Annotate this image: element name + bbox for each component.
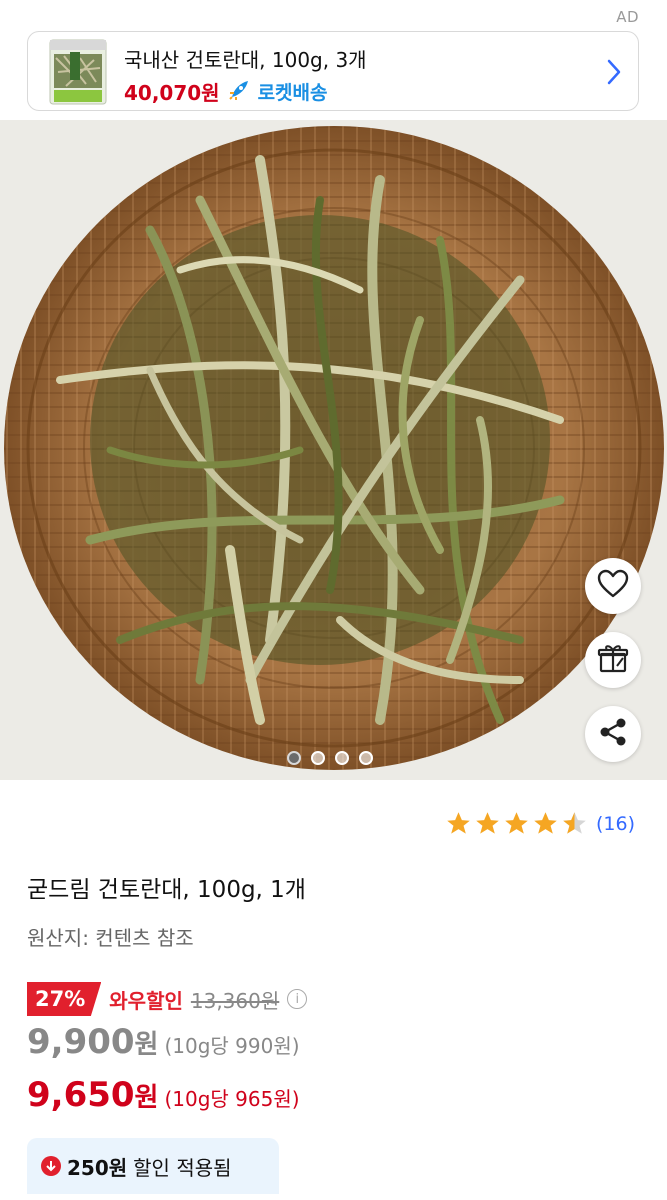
pagination-dot[interactable]	[311, 751, 325, 765]
origin-info: 원산지: 컨텐츠 참조	[27, 926, 194, 950]
wishlist-button[interactable]	[585, 558, 641, 614]
applied-discount-amount: 250원	[67, 1155, 128, 1180]
arrow-down-icon	[41, 1156, 61, 1176]
discount-applied-banner[interactable]: 250원 할인 적용됨	[27, 1138, 279, 1194]
share-icon	[597, 716, 629, 752]
applied-discount-text: 할인 적용됨	[133, 1155, 232, 1180]
gallery-pagination	[287, 751, 373, 765]
review-count[interactable]: (16)	[596, 813, 635, 835]
info-icon[interactable]: i	[287, 989, 308, 1009]
sale-price: 9,900	[27, 1022, 135, 1062]
star-icon	[505, 812, 528, 834]
share-button[interactable]	[585, 706, 641, 762]
final-price-currency: 원	[134, 1083, 159, 1113]
wow-discount-label: 와우할인	[109, 988, 183, 1013]
final-price-row: 9,650 원 (10g당 965원)	[27, 1075, 300, 1115]
discount-percent-badge: 27%	[27, 982, 102, 1016]
sale-price-currency: 원	[134, 1030, 159, 1060]
ad-price-row: 40,070원 로켓배송	[124, 77, 328, 106]
sale-price-row: 9,900 원 (10g당 990원)	[27, 1022, 300, 1062]
original-price: 13,360원	[190, 988, 280, 1013]
ad-banner[interactable]: 국내산 건토란대, 100g, 3개 40,070원 로켓배송	[27, 31, 639, 111]
gift-button[interactable]	[585, 632, 641, 688]
rocket-icon	[228, 79, 250, 105]
discount-row: 27% 와우할인 13,360원 i	[27, 982, 308, 1016]
final-unit-price: (10g당 965원)	[164, 1087, 300, 1111]
sale-unit-price: (10g당 990원)	[164, 1034, 300, 1058]
product-title: 굳드림 건토란대, 100g, 1개	[27, 877, 306, 903]
heart-icon	[597, 569, 629, 603]
product-image[interactable]	[0, 120, 667, 780]
rocket-delivery-label: 로켓배송	[257, 82, 328, 104]
pagination-dot[interactable]	[287, 751, 301, 765]
star-icon	[534, 812, 557, 834]
product-package-thumbnail	[36, 38, 124, 106]
final-price: 9,650	[27, 1075, 135, 1115]
pagination-dot[interactable]	[335, 751, 349, 765]
ad-label: AD	[616, 8, 639, 26]
gift-icon	[597, 642, 629, 678]
ad-price: 40,070원	[124, 81, 220, 105]
star-icon	[476, 812, 499, 834]
pagination-dot[interactable]	[359, 751, 373, 765]
chevron-right-icon[interactable]	[604, 57, 624, 87]
ad-product-title: 국내산 건토란대, 100g, 3개	[124, 48, 367, 72]
half-star-icon	[563, 812, 586, 834]
rating[interactable]: (16)	[445, 810, 635, 837]
star-icon	[447, 812, 470, 834]
